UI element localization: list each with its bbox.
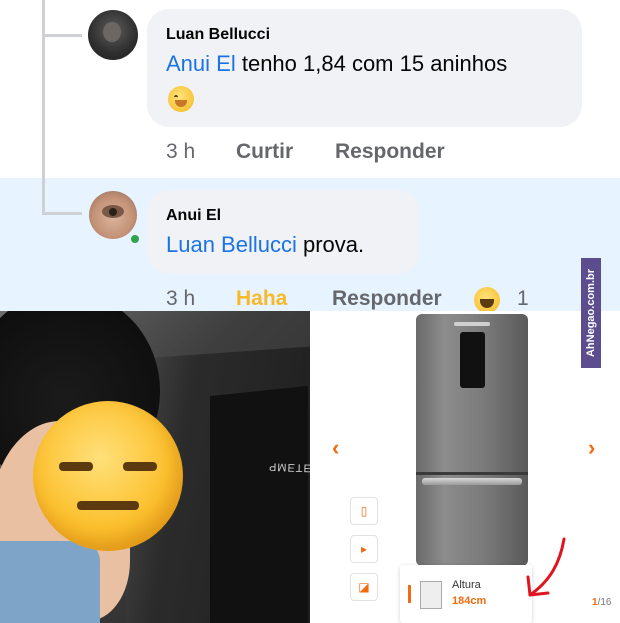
thumbnail-dimensions-icon[interactable]: ▯ bbox=[350, 497, 378, 525]
thumbnail-video-icon[interactable]: ▸ bbox=[350, 535, 378, 563]
reply-button[interactable]: Responder bbox=[335, 140, 445, 164]
comment-timestamp[interactable]: 3 h bbox=[166, 140, 195, 164]
chevron-right-icon[interactable]: › bbox=[588, 435, 595, 461]
comment-thread: Luan Bellucci Anui El tenho 1,84 com 15 … bbox=[0, 0, 620, 311]
comment-text: Anui El tenho 1,84 com 15 aninhos bbox=[166, 51, 507, 77]
laughing-face-icon[interactable] bbox=[474, 287, 500, 311]
thread-line bbox=[42, 0, 45, 212]
page-counter: 1/16 bbox=[592, 597, 611, 608]
fridge-control-strip bbox=[210, 385, 308, 623]
thumbnail-image-icon[interactable]: ◪ bbox=[350, 573, 378, 601]
spec-label: Altura bbox=[452, 579, 481, 591]
haha-reaction-button[interactable]: Haha bbox=[236, 287, 287, 311]
product-gallery: ‹ › ▯ ▸ ◪ Altura 184cm 1/16 bbox=[310, 311, 620, 623]
emoji-mouth bbox=[77, 501, 139, 510]
emoji-eye bbox=[123, 462, 157, 471]
refrigerator-image bbox=[416, 314, 528, 566]
comment-text: Luan Bellucci prova. bbox=[166, 232, 364, 258]
like-button[interactable]: Curtir bbox=[236, 140, 293, 164]
comment-bubble: Anui El Luan Bellucci prova. bbox=[147, 190, 419, 274]
watermark: AhNegao.com.br bbox=[581, 258, 601, 368]
expressionless-face-icon bbox=[33, 401, 183, 551]
chevron-left-icon[interactable]: ‹ bbox=[332, 435, 339, 461]
page-total: /16 bbox=[597, 597, 612, 608]
fridge-display-panel bbox=[460, 332, 485, 388]
box-icon bbox=[420, 581, 442, 609]
fridge-handle bbox=[422, 478, 522, 485]
fridge-door-seam bbox=[416, 472, 528, 475]
thread-connector bbox=[42, 34, 82, 37]
comment-bubble: Luan Bellucci Anui El tenho 1,84 com 15 … bbox=[147, 9, 582, 127]
reply-button[interactable]: Responder bbox=[332, 287, 442, 311]
online-status-icon bbox=[128, 232, 142, 246]
smiling-face-icon bbox=[168, 86, 194, 112]
spec-value: 184cm bbox=[452, 595, 487, 607]
avatar[interactable] bbox=[89, 191, 137, 239]
measure-marker bbox=[408, 585, 411, 603]
comment-author[interactable]: Anui El bbox=[166, 207, 221, 225]
comment-timestamp[interactable]: 3 h bbox=[166, 287, 195, 311]
fridge-brand-logo bbox=[454, 322, 490, 326]
thread-connector bbox=[42, 212, 82, 215]
comment-message: prova. bbox=[303, 232, 365, 257]
person-photo: ƎTƎMP bbox=[0, 311, 310, 623]
comment-author[interactable]: Luan Bellucci bbox=[166, 26, 270, 44]
mention-link[interactable]: Anui El bbox=[166, 51, 236, 76]
height-spec-card: Altura 184cm bbox=[400, 565, 532, 623]
comment-message: tenho 1,84 com 15 aninhos bbox=[241, 51, 508, 76]
avatar[interactable] bbox=[88, 10, 138, 60]
watermark-text: AhNegao.com.br bbox=[585, 268, 597, 358]
red-arrow-annotation bbox=[526, 537, 566, 597]
mention-link[interactable]: Luan Bellucci bbox=[166, 232, 297, 257]
emoji-eye bbox=[59, 462, 93, 471]
shirt bbox=[0, 541, 100, 623]
reaction-count[interactable]: 1 bbox=[517, 287, 529, 311]
fridge-brand-text: ƎTƎMP bbox=[267, 460, 310, 474]
